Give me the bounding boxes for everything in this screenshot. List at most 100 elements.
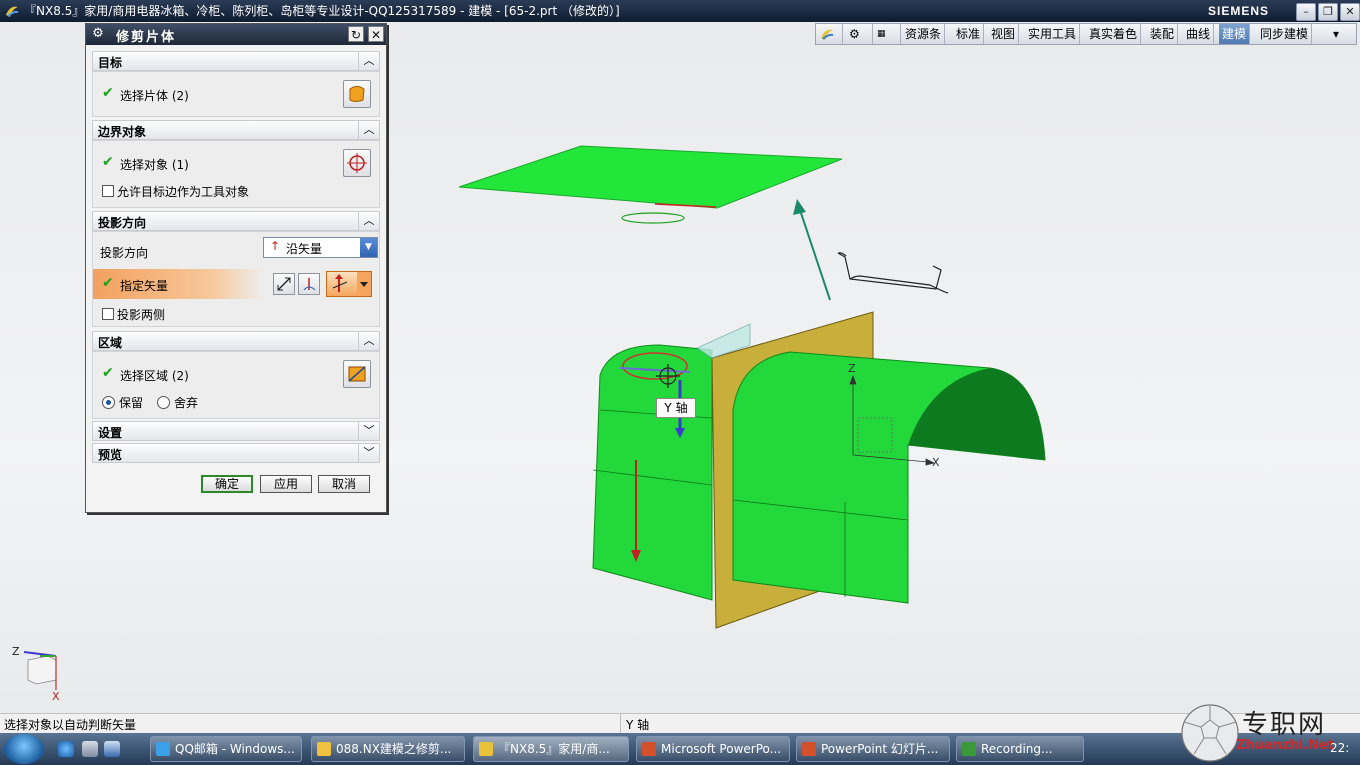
close-dialog-icon[interactable]: ✕: [368, 26, 384, 42]
minimize-button[interactable]: –: [1296, 3, 1316, 21]
tab-resource-bar[interactable]: 资源条: [902, 24, 946, 44]
projection-direction-label: 投影方向: [100, 246, 149, 260]
tab-modeling[interactable]: 建模: [1219, 24, 1251, 44]
collapse-chevron-icon[interactable]: ︿: [358, 121, 379, 139]
tab-curve[interactable]: 曲线: [1183, 24, 1215, 44]
show-desktop-icon[interactable]: [104, 741, 120, 757]
status-prompt: 选择对象以自动判断矢量: [4, 718, 137, 732]
expand-chevron-icon[interactable]: ﹀: [358, 444, 379, 462]
dropdown-arrow-icon[interactable]: ▼: [360, 238, 377, 257]
select-sheet-label[interactable]: 选择片体 (2): [120, 87, 189, 104]
watermark-text: 专职网: [1242, 710, 1327, 740]
cancel-button[interactable]: 取消: [318, 475, 370, 493]
watermark-url: Zhuanzhi.Net: [1236, 738, 1335, 753]
allow-target-edge-checkbox[interactable]: [102, 185, 114, 197]
section-header-region[interactable]: 区域 ︿: [92, 331, 380, 351]
apply-button[interactable]: 应用: [260, 475, 312, 493]
ribbon-options-icon[interactable]: ▾: [1330, 24, 1356, 44]
sheet-ellipse: [621, 212, 685, 224]
section-header-projection[interactable]: 投影方向 ︿: [92, 211, 380, 231]
status-info: Y 轴: [626, 718, 650, 732]
region-icon: [348, 366, 366, 382]
tab-view[interactable]: 视图: [988, 24, 1020, 44]
select-object-label[interactable]: 选择对象 (1): [120, 156, 189, 173]
tab-assembly[interactable]: 装配: [1147, 24, 1179, 44]
section-header-target[interactable]: 目标 ︿: [92, 51, 380, 71]
allow-target-edge-label: 允许目标边作为工具对象: [117, 185, 250, 199]
tab-true-shading[interactable]: 真实着色: [1086, 24, 1142, 44]
inferred-vector-button[interactable]: [326, 271, 372, 297]
wcs-x-label: X: [932, 456, 940, 469]
reverse-direction-button[interactable]: [273, 273, 295, 295]
vector-dialog-button[interactable]: [298, 273, 320, 295]
floating-sheet[interactable]: [458, 145, 843, 209]
explorer-quick-icon[interactable]: [82, 741, 98, 757]
collapse-chevron-icon[interactable]: ︿: [358, 212, 379, 230]
tab-standard[interactable]: 标准: [953, 24, 985, 44]
section-label-projection: 投影方向: [98, 216, 147, 230]
taskbar-item-powerpoint[interactable]: Microsoft PowerPo...: [636, 736, 790, 762]
start-button[interactable]: [4, 734, 44, 764]
ok-button[interactable]: 确定: [201, 475, 253, 493]
section-body-region: ✔ 选择区域 (2) 保留 舍弃: [92, 351, 380, 419]
close-window-button[interactable]: ✕: [1340, 3, 1360, 21]
folder-icon: [317, 742, 331, 756]
section-header-settings[interactable]: 设置 ﹀: [92, 421, 380, 441]
collapse-chevron-icon[interactable]: ︿: [358, 332, 379, 350]
dialog-gear-icon[interactable]: ⚙: [90, 26, 106, 42]
select-sheet-button[interactable]: [343, 80, 371, 108]
projection-direction-dropdown[interactable]: ↑ 沿矢量 ▼: [263, 237, 378, 258]
window-title: 『NX8.5』家用/商用电器冰箱、冷柜、陈列柜、岛柜等专业设计-QQ125317…: [24, 4, 620, 18]
grid-icon[interactable]: ▦: [874, 24, 901, 44]
tab-synchronous-modeling[interactable]: 同步建模: [1257, 24, 1313, 44]
slideshow-icon: [802, 742, 816, 756]
section-header-preview[interactable]: 预览 ﹀: [92, 443, 380, 463]
section-label-preview: 预览: [98, 448, 123, 462]
ie-icon[interactable]: [58, 741, 74, 757]
collapse-chevron-icon[interactable]: ︿: [358, 52, 379, 70]
tab-utilities[interactable]: 实用工具: [1025, 24, 1081, 44]
taskbar-item-qqmail[interactable]: QQ邮箱 - Windows...: [150, 736, 302, 762]
status-divider: [620, 714, 621, 734]
discard-radio[interactable]: [157, 396, 170, 409]
keep-label: 保留: [119, 396, 144, 410]
section-header-boundary[interactable]: 边界对象 ︿: [92, 120, 380, 140]
up-arrow-icon: ↑: [270, 239, 281, 253]
section-label-boundary: 边界对象: [98, 125, 147, 139]
triad-x-label: X: [52, 690, 60, 703]
powerpoint-icon: [642, 742, 656, 756]
taskbar-item-nx[interactable]: 『NX8.5』家用/商...: [473, 736, 629, 762]
checkmark-icon: ✔: [102, 154, 114, 170]
view-triad: [23, 651, 57, 690]
gear-icon[interactable]: ⚙: [846, 24, 873, 44]
keep-radio[interactable]: [102, 396, 115, 409]
cursor-tooltip: Y 轴: [656, 398, 696, 418]
reverse-direction-icon: [277, 277, 291, 291]
siemens-brand: SIEMENS: [1208, 4, 1270, 18]
taskbar-item-slideshow[interactable]: PowerPoint 幻灯片...: [796, 736, 950, 762]
projection-vector-arrow[interactable]: [799, 209, 831, 301]
specify-vector-row[interactable]: [93, 269, 263, 299]
boundary-curve[interactable]: [837, 252, 949, 294]
status-bar: 选择对象以自动判断矢量 Y 轴: [0, 713, 1360, 734]
section-label-target: 目标: [98, 56, 123, 70]
discard-label: 舍弃: [174, 396, 199, 410]
nx-menu-icon[interactable]: [816, 24, 843, 44]
select-region-button[interactable]: [343, 360, 371, 388]
project-both-sides-checkbox[interactable]: [102, 308, 114, 320]
section-body-boundary: ✔ 选择对象 (1) 允许目标边作为工具对象: [92, 140, 380, 208]
expand-chevron-icon[interactable]: ﹀: [358, 422, 379, 440]
taskbar-item-recording[interactable]: Recording...: [956, 736, 1084, 762]
section-label-settings: 设置: [98, 426, 123, 440]
nx-logo-icon: [4, 3, 20, 19]
dialog-title-bar: ⚙ 修剪片体 ↻ ✕: [86, 24, 386, 45]
restore-button[interactable]: ❐: [1318, 3, 1338, 21]
project-both-sides-label: 投影两侧: [117, 308, 166, 322]
select-region-label[interactable]: 选择区域 (2): [120, 367, 189, 384]
crosshair-icon: [347, 153, 367, 173]
taskbar-item-folder[interactable]: 088.NX建模之修剪...: [311, 736, 465, 762]
dialog-title: 修剪片体: [116, 30, 177, 45]
select-object-button[interactable]: [343, 149, 371, 177]
section-body-projection: 投影方向 ↑ 沿矢量 ▼ ✔ 指定矢量 投影两侧: [92, 231, 380, 327]
reset-icon[interactable]: ↻: [348, 26, 364, 42]
